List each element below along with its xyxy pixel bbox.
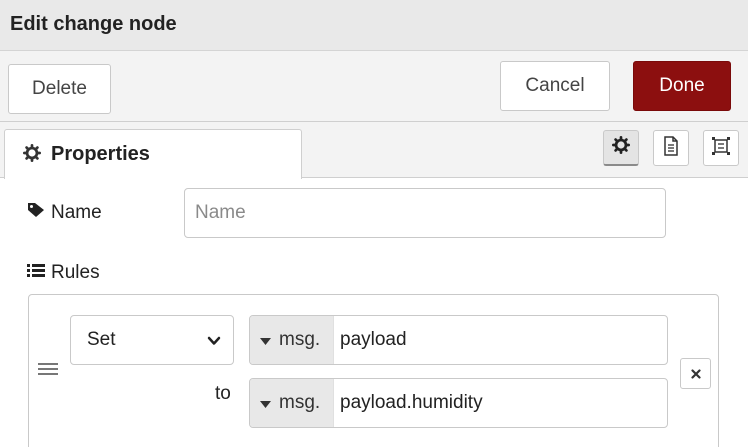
caret-down-icon [260, 392, 271, 414]
close-icon [690, 366, 701, 382]
chevron-down-icon [207, 332, 221, 354]
caret-down-icon [260, 329, 271, 351]
tab-properties[interactable]: Properties [4, 129, 302, 179]
remove-rule-button[interactable] [680, 358, 711, 389]
rule-action-value: Set [87, 329, 116, 350]
target-type-label: msg. [279, 329, 321, 350]
target-value: payload [340, 329, 407, 350]
name-input[interactable] [184, 188, 666, 238]
tag-icon [27, 202, 45, 224]
delete-button[interactable]: Delete [8, 64, 111, 114]
rule-action-select[interactable]: Set [70, 315, 234, 365]
source-value: payload.humidity [340, 392, 483, 413]
done-button[interactable]: Done [633, 61, 731, 111]
tab-properties-label: Properties [51, 143, 150, 165]
cancel-button[interactable]: Cancel [500, 61, 610, 111]
rule-source-input[interactable]: msg. payload.humidity [249, 378, 668, 428]
tab-bar: Properties [0, 122, 748, 179]
properties-settings-button[interactable] [603, 130, 639, 166]
description-button[interactable] [653, 130, 689, 166]
rules-label-text: Rules [51, 262, 100, 283]
source-type-label: msg. [279, 392, 321, 413]
gear-icon [23, 144, 42, 167]
source-type-selector[interactable]: msg. [250, 379, 334, 427]
name-label-text: Name [51, 202, 102, 223]
gear-icon [612, 136, 630, 159]
dialog-title: Edit change node [10, 13, 177, 35]
drag-handle-icon[interactable] [38, 362, 58, 381]
document-icon [663, 135, 679, 161]
dialog-toolbar: Delete Cancel Done [0, 51, 748, 122]
target-type-selector[interactable]: msg. [250, 316, 334, 364]
rules-label: Rules [27, 262, 100, 284]
node-appearance-icon [710, 136, 732, 161]
dialog-header: Edit change node [0, 0, 748, 51]
name-label: Name [27, 202, 102, 224]
list-icon [27, 262, 45, 284]
rule-target-input[interactable]: msg. payload [249, 315, 668, 365]
to-label: to [215, 383, 231, 404]
appearance-button[interactable] [703, 130, 739, 166]
